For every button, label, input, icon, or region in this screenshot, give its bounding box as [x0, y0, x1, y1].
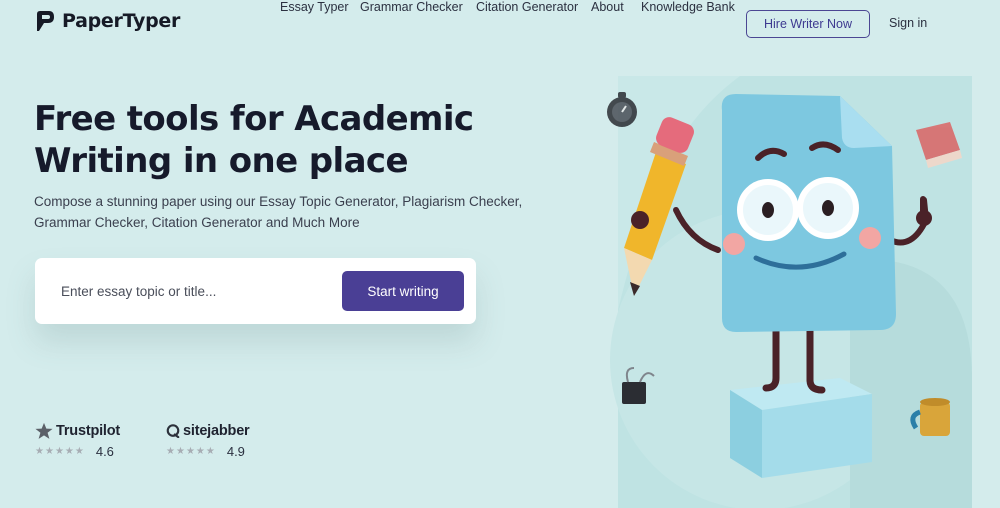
trustpilot-score: 4.6	[95, 444, 114, 459]
star-icon: ★	[175, 445, 185, 457]
hero-title-line-2: Writing in one place	[34, 141, 409, 181]
essay-topic-input[interactable]	[61, 280, 331, 302]
star-icon: ★	[195, 445, 205, 457]
hero-subtitle: Compose a stunning paper using our Essay…	[34, 194, 523, 230]
star-rating: ★ ★ ★ ★ ★	[35, 446, 84, 458]
star-icon: ★	[54, 445, 64, 457]
paper-character-body	[721, 94, 896, 332]
nav-citation-generator[interactable]: Citation Generator	[476, 0, 578, 14]
papertyper-logo-icon	[37, 11, 54, 31]
trustpilot-rating[interactable]: Trustpilot ★ ★ ★ ★ ★ 4.6	[35, 420, 120, 459]
site-header: PaperTyper Essay Typer Grammar Checker C…	[0, 0, 1000, 48]
star-icon: ★	[64, 445, 74, 457]
sitejabber-label: sitejabber	[183, 423, 250, 439]
hero-title: Free tools for Academic Writing in one p…	[34, 98, 554, 182]
star-rating: ★ ★ ★ ★ ★	[166, 446, 215, 458]
nav-about[interactable]: About	[591, 0, 624, 14]
star-icon: ★	[205, 445, 215, 457]
sitejabber-score: 4.9	[226, 444, 245, 459]
star-icon: ★	[44, 445, 54, 457]
star-icon: ★	[35, 445, 44, 457]
left-hand	[631, 211, 649, 229]
trustpilot-star-icon	[35, 422, 53, 439]
sitejabber-icon	[166, 424, 180, 438]
star-icon: ★	[185, 445, 195, 457]
pedestal-cube	[730, 378, 872, 478]
hero-illustration	[607, 76, 972, 508]
start-writing-button[interactable]: Start writing	[342, 271, 464, 311]
hire-writer-button[interactable]: Hire Writer Now	[746, 10, 870, 38]
brand-name: PaperTyper	[62, 10, 181, 32]
sitejabber-rating[interactable]: sitejabber ★ ★ ★ ★ ★ 4.9	[166, 420, 250, 459]
hero-title-line-1: Free tools for Academic	[34, 99, 474, 139]
nav-knowledge-bank[interactable]: Knowledge Bank	[641, 0, 735, 14]
trustpilot-label: Trustpilot	[56, 423, 121, 439]
brand-logo[interactable]: PaperTyper	[34, 10, 180, 32]
topic-search-card: Start writing	[35, 258, 476, 324]
sign-in-link[interactable]: Sign in	[889, 16, 927, 30]
nav-grammar-checker[interactable]: Grammar Checker	[360, 0, 463, 14]
nav-essay-typer[interactable]: Essay Typer	[280, 0, 349, 14]
star-icon: ★	[74, 445, 84, 457]
star-icon: ★	[166, 445, 175, 457]
